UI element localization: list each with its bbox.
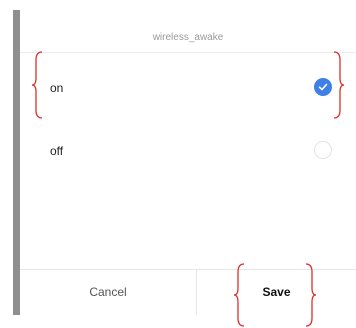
dialog-title: wireless_awake xyxy=(152,32,224,43)
save-button[interactable]: Save xyxy=(197,270,356,315)
radio-unchecked-icon[interactable] xyxy=(314,141,332,159)
option-off[interactable]: off xyxy=(20,131,356,171)
selection-dialog: wireless_awake on off Cancel Save xyxy=(20,10,356,315)
option-label-off: off xyxy=(50,144,64,158)
left-edge-strip xyxy=(13,10,20,315)
option-label-on: on xyxy=(50,81,64,95)
option-on[interactable]: on xyxy=(20,68,356,108)
radio-checked-icon[interactable] xyxy=(314,78,332,96)
cancel-button[interactable]: Cancel xyxy=(20,270,196,315)
title-divider xyxy=(20,52,356,53)
check-icon xyxy=(318,83,328,91)
